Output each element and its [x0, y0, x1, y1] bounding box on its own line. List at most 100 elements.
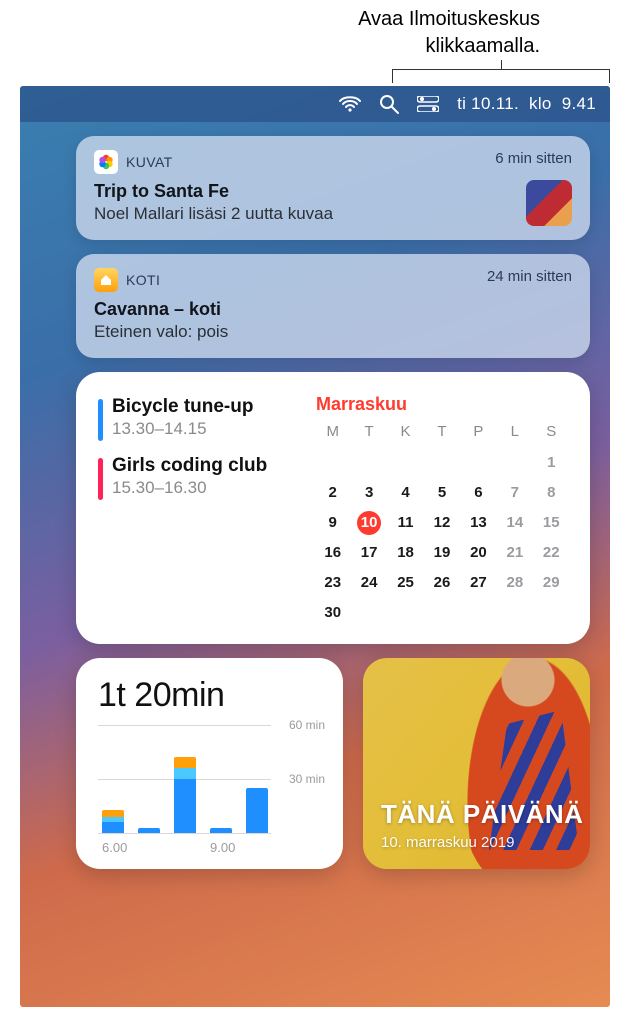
calendar-day[interactable]: 20	[462, 540, 495, 566]
chart-bar	[138, 828, 160, 833]
calendar-month-label: Marraskuu	[316, 394, 568, 415]
calendar-day	[535, 600, 568, 626]
screentime-total: 1t 20min	[98, 676, 325, 715]
chart-ytick: 60 min	[289, 718, 325, 732]
calendar-day	[352, 450, 385, 476]
calendar-day[interactable]: 27	[462, 570, 495, 596]
calendar-day	[498, 450, 531, 476]
event-time: 15.30–16.30	[112, 478, 300, 498]
chart-xtick: 6.00	[102, 840, 127, 855]
calendar-day	[352, 600, 385, 626]
calendar-day	[389, 600, 422, 626]
calendar-day	[316, 450, 349, 476]
chart-ytick: 30 min	[289, 772, 325, 786]
calendar-dow: T	[425, 423, 458, 446]
chart-bar	[174, 757, 196, 833]
menubar-datetime[interactable]: ti 10.11. klo 9.41	[457, 94, 596, 114]
calendar-day[interactable]: 29	[535, 570, 568, 596]
calendar-day[interactable]: 28	[498, 570, 531, 596]
calendar-dow: S	[535, 423, 568, 446]
event-color-bar	[98, 458, 103, 500]
calendar-day	[462, 450, 495, 476]
notif-title: Trip to Santa Fe	[94, 181, 572, 202]
calendar-day[interactable]: 11	[389, 510, 422, 536]
calendar-dow: M	[316, 423, 349, 446]
notification-home[interactable]: KOTI 24 min sitten Cavanna – koti Eteine…	[76, 254, 590, 358]
calendar-day[interactable]: 1	[535, 450, 568, 476]
calendar-day[interactable]: 10	[352, 510, 385, 536]
calendar-day	[425, 600, 458, 626]
event-title: Girls coding club	[112, 455, 300, 477]
callout-line-2: klikkaamalla.	[426, 35, 540, 57]
notif-app-name: KOTI	[126, 272, 160, 288]
event-time: 13.30–14.15	[112, 419, 300, 439]
calendar-day[interactable]: 16	[316, 540, 349, 566]
calendar-day[interactable]: 5	[425, 480, 458, 506]
calendar-dow: K	[389, 423, 422, 446]
calendar-day[interactable]: 8	[535, 480, 568, 506]
chart-bar	[210, 828, 232, 833]
notif-thumbnail	[526, 180, 572, 226]
photos-memory-widget[interactable]: TÄNÄ PÄIVÄNÄ 10. marraskuu 2019	[363, 658, 590, 869]
spotlight-icon[interactable]	[379, 94, 399, 114]
event-title: Bicycle tune-up	[112, 396, 300, 418]
wifi-icon[interactable]	[339, 96, 361, 112]
calendar-dow: T	[352, 423, 385, 446]
calendar-event[interactable]: Bicycle tune-up 13.30–14.15	[98, 396, 300, 439]
calendar-day[interactable]: 6	[462, 480, 495, 506]
calendar-day[interactable]: 2	[316, 480, 349, 506]
calendar-day[interactable]: 25	[389, 570, 422, 596]
chart-xtick: 9.00	[210, 840, 235, 855]
calendar-day[interactable]: 12	[425, 510, 458, 536]
calendar-day[interactable]: 24	[352, 570, 385, 596]
calendar-day[interactable]: 30	[316, 600, 349, 626]
calendar-day[interactable]: 18	[389, 540, 422, 566]
chart-bar	[102, 810, 124, 833]
notification-center: KUVAT 6 min sitten Trip to Santa Fe Noel…	[20, 122, 610, 889]
calendar-day[interactable]: 7	[498, 480, 531, 506]
control-center-icon[interactable]	[417, 96, 439, 112]
memory-title: TÄNÄ PÄIVÄNÄ	[381, 799, 583, 830]
notification-photos[interactable]: KUVAT 6 min sitten Trip to Santa Fe Noel…	[76, 136, 590, 240]
calendar-widget[interactable]: Bicycle tune-up 13.30–14.15 Girls coding…	[76, 372, 590, 644]
calendar-day[interactable]: 13	[462, 510, 495, 536]
screentime-chart: 30 min60 min6.009.00	[98, 725, 325, 855]
calendar-day[interactable]: 3	[352, 480, 385, 506]
calendar-day[interactable]: 15	[535, 510, 568, 536]
calendar-day[interactable]: 22	[535, 540, 568, 566]
calendar-day	[498, 600, 531, 626]
photos-app-icon	[94, 150, 118, 174]
calendar-day[interactable]: 9	[316, 510, 349, 536]
mini-month-calendar: Marraskuu MTKTPLS12345678910111213141516…	[316, 394, 568, 626]
calendar-day[interactable]: 26	[425, 570, 458, 596]
calendar-day[interactable]: 14	[498, 510, 531, 536]
instruction-callout: Avaa Ilmoituskeskus klikkaamalla.	[0, 0, 630, 86]
calendar-dow: L	[498, 423, 531, 446]
screentime-widget[interactable]: 1t 20min 30 min 60 min 6.00 9.00	[76, 658, 343, 869]
notif-title: Cavanna – koti	[94, 299, 572, 320]
calendar-day	[425, 450, 458, 476]
calendar-dow: P	[462, 423, 495, 446]
notif-time: 6 min sitten	[495, 150, 572, 167]
memory-date: 10. marraskuu 2019	[381, 834, 583, 851]
calendar-day[interactable]: 17	[352, 540, 385, 566]
callout-line-1: Avaa Ilmoituskeskus	[358, 8, 540, 30]
calendar-day	[462, 600, 495, 626]
calendar-day[interactable]: 21	[498, 540, 531, 566]
event-color-bar	[98, 399, 103, 441]
home-app-icon	[94, 268, 118, 292]
macos-desktop: ti 10.11. klo 9.41 KUVAT 6 min sitten Tr…	[20, 86, 610, 1007]
calendar-day	[389, 450, 422, 476]
calendar-events: Bicycle tune-up 13.30–14.15 Girls coding…	[98, 394, 300, 626]
calendar-day[interactable]: 23	[316, 570, 349, 596]
menu-bar: ti 10.11. klo 9.41	[20, 86, 610, 122]
notif-time: 24 min sitten	[487, 268, 572, 285]
calendar-day[interactable]: 19	[425, 540, 458, 566]
notif-subtitle: Noel Mallari lisäsi 2 uutta kuvaa	[94, 204, 572, 224]
notif-app-name: KUVAT	[126, 154, 173, 170]
notif-subtitle: Eteinen valo: pois	[94, 322, 572, 342]
calendar-day[interactable]: 4	[389, 480, 422, 506]
callout-bracket	[392, 69, 610, 83]
chart-bar	[246, 788, 268, 833]
calendar-event[interactable]: Girls coding club 15.30–16.30	[98, 455, 300, 498]
